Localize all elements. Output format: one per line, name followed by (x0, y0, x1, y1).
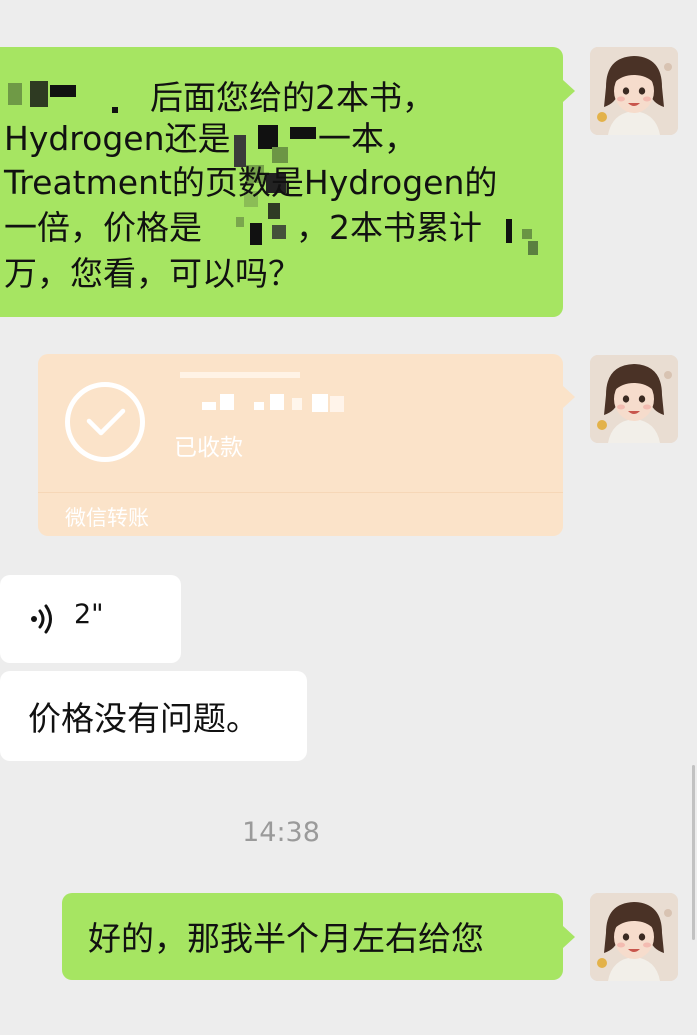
redaction-mosaic (506, 215, 546, 259)
message-text-line: Treatment的页数是Hydrogen的 (4, 163, 498, 202)
message-text: 好的，那我半个月左右给您 (88, 919, 484, 958)
divider (38, 492, 563, 493)
message-text-line: Hydrogen还是 (4, 119, 231, 158)
message-text: 价格没有问题。 (28, 699, 259, 738)
redaction-mosaic (180, 364, 360, 418)
message-text-line: 一本， (318, 119, 417, 158)
message-text-line: 后面您给的2本书， (150, 78, 435, 117)
voice-wave-icon (31, 604, 52, 634)
avatar[interactable] (590, 355, 678, 443)
transfer-card[interactable]: 已收款 微信转账 (38, 354, 563, 536)
cartoon-girl-avatar-icon (590, 893, 678, 981)
avatar[interactable] (590, 47, 678, 135)
sent-message-bubble[interactable]: 好的，那我半个月左右给您 (62, 893, 563, 980)
transfer-status: 已收款 (174, 435, 243, 461)
redaction-mosaic (236, 213, 296, 247)
chat-timestamp: 14:38 (242, 817, 320, 848)
redaction-mosaic (0, 77, 118, 117)
voice-duration: 2" (74, 599, 104, 630)
voice-message-bubble[interactable]: 2" (0, 575, 181, 663)
transfer-label: 微信转账 (65, 506, 149, 530)
bubble-tail (563, 386, 575, 408)
cartoon-girl-avatar-icon (590, 355, 678, 443)
avatar[interactable] (590, 893, 678, 981)
scrollbar[interactable] (692, 765, 695, 940)
bubble-tail (563, 80, 575, 102)
bubble-tail (563, 926, 575, 948)
cartoon-girl-avatar-icon (590, 47, 678, 135)
sent-message-bubble[interactable]: 后面您给的2本书， Hydrogen还是 一本， Treatment的页数是Hy… (0, 47, 563, 317)
message-text-line: ，2本书累计 (296, 208, 482, 247)
received-message-bubble[interactable]: 价格没有问题。 (0, 671, 307, 761)
message-text-line: 一倍，价格是 (4, 208, 202, 247)
check-circle-icon (65, 382, 145, 462)
message-text-line: 万，您看，可以吗？ (4, 254, 301, 293)
